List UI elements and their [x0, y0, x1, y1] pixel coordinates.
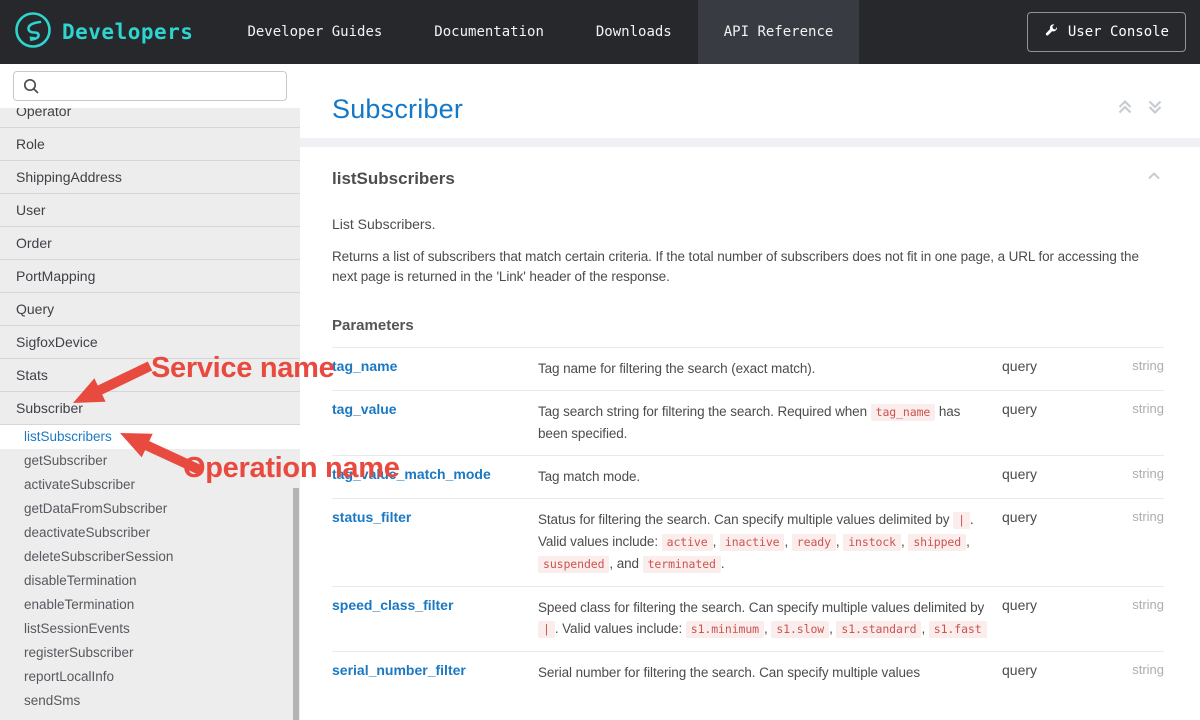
parameter-name[interactable]: serial_number_filter — [332, 662, 538, 683]
top-navbar: Developers Developer GuidesDocumentation… — [0, 0, 1200, 64]
operation-description: Returns a list of subscribers that match… — [332, 247, 1164, 287]
parameter-description: Tag name for filtering the search (exact… — [538, 358, 1002, 379]
service-list: RoleShippingAddressUserOrderPortMappingQ… — [0, 128, 300, 425]
parameters-heading: Parameters — [332, 317, 1164, 334]
sidebar-item-user[interactable]: User — [0, 194, 300, 227]
sidebar-operation-registersubscriber[interactable]: registerSubscriber — [0, 641, 300, 665]
parameter-description: Status for filtering the search. Can spe… — [538, 509, 1002, 575]
inline-code: instock — [843, 534, 901, 551]
sidebar-operation-deletesubscribersession[interactable]: deleteSubscriberSession — [0, 545, 300, 569]
parameter-name[interactable]: tag_value_match_mode — [332, 466, 538, 487]
sidebar-item-order[interactable]: Order — [0, 227, 300, 260]
user-console-button[interactable]: User Console — [1027, 12, 1186, 52]
parameter-type: string — [1102, 597, 1164, 640]
parameter-type: string — [1102, 401, 1164, 444]
parameter-description: Speed class for filtering the search. Ca… — [538, 597, 1002, 640]
parameter-location: query — [1002, 401, 1102, 444]
sidebar-operation-getsubscriber[interactable]: getSubscriber — [0, 449, 300, 473]
page-title: Subscriber — [332, 94, 463, 125]
parameter-type: string — [1102, 466, 1164, 487]
sidebar-scrollbar[interactable] — [293, 488, 299, 720]
parameter-row-speed-class-filter: speed_class_filterSpeed class for filter… — [332, 586, 1164, 651]
sidebar-operation-getdatafromsubscriber[interactable]: getDataFromSubscriber — [0, 497, 300, 521]
double-chevron-down-icon[interactable] — [1144, 96, 1166, 123]
sidebar-item-stats[interactable]: Stats — [0, 359, 300, 392]
parameter-location: query — [1002, 597, 1102, 640]
search-icon — [22, 77, 40, 100]
parameter-location: query — [1002, 509, 1102, 575]
sidebar-item-query[interactable]: Query — [0, 293, 300, 326]
parameter-name[interactable]: status_filter — [332, 509, 538, 575]
parameter-name[interactable]: tag_name — [332, 358, 538, 379]
sidebar-item-shippingaddress[interactable]: ShippingAddress — [0, 161, 300, 194]
inline-code: s1.slow — [771, 621, 829, 638]
main-content: Subscriber listSubscribers List — [300, 64, 1200, 720]
parameter-description: Serial number for filtering the search. … — [538, 662, 1002, 683]
user-console-label: User Console — [1068, 24, 1169, 40]
parameter-location: query — [1002, 358, 1102, 379]
parameter-location: query — [1002, 662, 1102, 683]
parameter-name[interactable]: speed_class_filter — [332, 597, 538, 640]
nav-item-documentation[interactable]: Documentation — [408, 0, 570, 64]
sidebar-search-area — [0, 64, 300, 108]
operation-list: listSubscribersgetSubscriberactivateSubs… — [0, 425, 300, 713]
sidebar-item-portmapping[interactable]: PortMapping — [0, 260, 300, 293]
sidebar-operation-listsubscribers[interactable]: listSubscribers — [0, 425, 300, 449]
nav-item-downloads[interactable]: Downloads — [570, 0, 698, 64]
parameter-type: string — [1102, 662, 1164, 683]
sidebar-item-subscriber[interactable]: Subscriber — [0, 392, 300, 425]
sidebar-operation-enabletermination[interactable]: enableTermination — [0, 593, 300, 617]
parameters-table: tag_nameTag name for filtering the searc… — [332, 347, 1164, 694]
inline-code: shipped — [908, 534, 966, 551]
sidebar-operation-activatesubscriber[interactable]: activateSubscriber — [0, 473, 300, 497]
parameter-row-tag-value-match-mode: tag_value_match_modeTag match mode.query… — [332, 455, 1164, 498]
sidebar-item-sigfoxdevice[interactable]: SigfoxDevice — [0, 326, 300, 359]
double-chevron-up-icon[interactable] — [1114, 96, 1136, 123]
sidebar-operation-disabletermination[interactable]: disableTermination — [0, 569, 300, 593]
inline-code: | — [953, 512, 970, 529]
nav-item-api-reference[interactable]: API Reference — [698, 0, 860, 64]
parameter-row-tag-name: tag_nameTag name for filtering the searc… — [332, 347, 1164, 390]
inline-code: | — [538, 621, 555, 638]
section-divider — [300, 138, 1200, 147]
inline-code: suspended — [538, 556, 609, 573]
brand[interactable]: Developers — [0, 0, 193, 64]
brand-name: Developers — [62, 20, 193, 44]
nav-item-developer-guides[interactable]: Developer Guides — [221, 0, 408, 64]
parameter-type: string — [1102, 509, 1164, 575]
inline-code: active — [662, 534, 713, 551]
inline-code: s1.standard — [836, 621, 921, 638]
operation-summary: List Subscribers. — [332, 216, 1164, 232]
inline-code: inactive — [720, 534, 785, 551]
sidebar-operation-listsessionevents[interactable]: listSessionEvents — [0, 617, 300, 641]
parameter-row-status-filter: status_filterStatus for filtering the se… — [332, 498, 1164, 586]
search-input[interactable] — [13, 71, 287, 101]
inline-code: s1.fast — [929, 621, 987, 638]
parameter-location: query — [1002, 466, 1102, 487]
sidebar-item-role[interactable]: Role — [0, 128, 300, 161]
main-nav: Developer GuidesDocumentationDownloadsAP… — [221, 0, 859, 64]
inline-code: ready — [792, 534, 836, 551]
collapse-chevron-up-icon[interactable] — [1144, 166, 1164, 191]
parameter-description: Tag search string for filtering the sear… — [538, 401, 1002, 444]
parameter-description: Tag match mode. — [538, 466, 1002, 487]
parameter-name[interactable]: tag_value — [332, 401, 538, 444]
operation-heading: listSubscribers — [332, 169, 455, 189]
parameter-row-tag-value: tag_valueTag search string for filtering… — [332, 390, 1164, 455]
inline-code: tag_name — [871, 404, 936, 421]
sidebar: Operator RoleShippingAddressUserOrderPor… — [0, 64, 300, 720]
soracom-logo-icon — [14, 11, 52, 54]
wrench-icon — [1044, 23, 1059, 42]
sidebar-item-partial[interactable]: Operator — [0, 108, 300, 128]
sidebar-operation-deactivatesubscriber[interactable]: deactivateSubscriber — [0, 521, 300, 545]
sidebar-operation-sendsms[interactable]: sendSms — [0, 689, 300, 713]
inline-code: terminated — [643, 556, 721, 573]
sidebar-operation-reportlocalinfo[interactable]: reportLocalInfo — [0, 665, 300, 689]
parameter-type: string — [1102, 358, 1164, 379]
inline-code: s1.minimum — [686, 621, 764, 638]
parameter-row-serial-number-filter: serial_number_filterSerial number for fi… — [332, 651, 1164, 694]
